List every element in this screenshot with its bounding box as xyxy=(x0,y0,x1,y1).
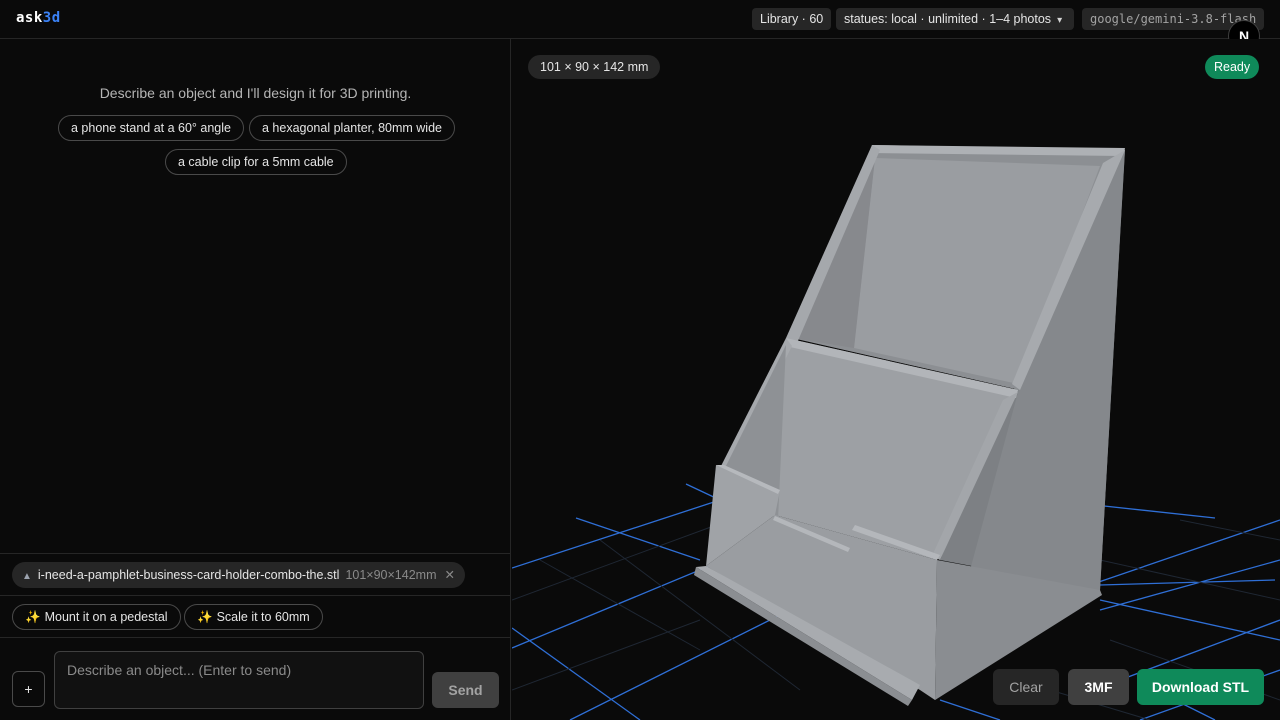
model-file-icon: ▲ xyxy=(22,571,32,582)
logo-accent-text: 3d xyxy=(42,10,61,26)
example-chip[interactable]: a cable clip for a 5mm cable xyxy=(165,149,347,175)
dimensions-badge: 101 × 90 × 142 mm xyxy=(528,55,661,79)
export-3mf-button[interactable]: 3MF xyxy=(1068,669,1129,705)
mode-select-value: statues: local · unlimited · 1–4 photos xyxy=(844,12,1052,26)
send-button[interactable]: Send xyxy=(432,672,499,708)
suggestion-label: Scale it to 60mm xyxy=(216,610,310,624)
app-logo[interactable]: ask3d xyxy=(16,10,61,26)
suggestion-chip[interactable]: ✨ Scale it to 60mm xyxy=(184,604,323,630)
attachment-chip[interactable]: ▲ i-need-a-pamphlet-business-card-holder-… xyxy=(12,562,465,588)
attachment-name: i-need-a-pamphlet-business-card-holder-c… xyxy=(37,568,340,582)
attachment-row: ▲ i-need-a-pamphlet-business-card-holder-… xyxy=(0,553,511,595)
mode-select[interactable]: statues: local · unlimited · 1–4 photos ▾ xyxy=(836,8,1074,30)
attachment-dims: 101×90×142mm xyxy=(345,568,437,582)
suggestion-row: ✨ Mount it on a pedestal ✨ Scale it to 60m… xyxy=(0,595,511,638)
library-button[interactable]: Library · 60 xyxy=(752,8,832,30)
add-attachment-button[interactable]: + xyxy=(12,671,45,707)
composer: + Describe an object... (Enter to send) … xyxy=(0,637,511,720)
top-bar: ask3d Library · 60 statues: local · unli… xyxy=(0,0,1280,39)
viewer-canvas[interactable] xyxy=(512,39,1280,720)
logo-text: ask xyxy=(16,10,43,26)
example-chip[interactable]: a phone stand at a 60° angle xyxy=(58,115,244,141)
example-chip[interactable]: a hexagonal planter, 80mm wide xyxy=(249,115,455,141)
card-holder-model[interactable] xyxy=(694,145,1125,706)
chat-panel: Describe an object and I'll design it fo… xyxy=(0,39,511,720)
sparkle-icon: ✨ xyxy=(25,610,41,624)
suggestion-label: Mount it on a pedestal xyxy=(44,610,168,624)
download-stl-button[interactable]: Download STL xyxy=(1137,669,1264,705)
intro-text: Describe an object and I'll design it fo… xyxy=(99,85,412,101)
chevron-down-icon: ▾ xyxy=(1057,15,1063,26)
sparkle-icon: ✨ xyxy=(197,610,213,624)
model-viewer[interactable]: 101 × 90 × 142 mm Ready Clear 3MF Downlo… xyxy=(512,39,1280,720)
clear-button[interactable]: Clear xyxy=(993,669,1059,705)
suggestion-chip[interactable]: ✨ Mount it on a pedestal xyxy=(12,604,181,630)
status-badge: Ready xyxy=(1205,55,1260,79)
close-icon[interactable]: ✕ xyxy=(444,568,454,582)
prompt-input[interactable]: Describe an object... (Enter to send) xyxy=(54,651,424,709)
